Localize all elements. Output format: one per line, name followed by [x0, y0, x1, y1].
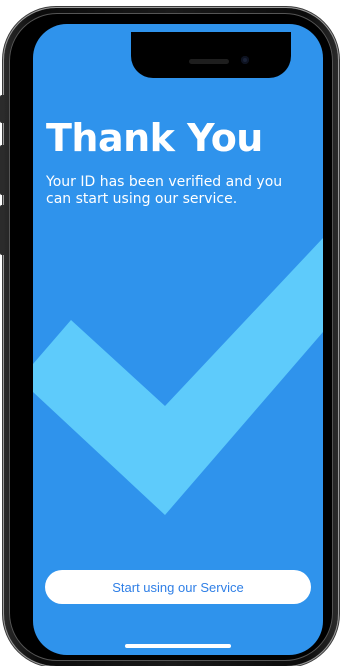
page-title: Thank You [46, 116, 263, 160]
start-using-service-button[interactable]: Start using our Service [45, 570, 311, 604]
home-indicator[interactable] [125, 644, 231, 648]
mute-switch [0, 95, 4, 123]
app-screen: Thank You Your ID has been verified and … [33, 24, 323, 655]
checkmark-shape [33, 238, 323, 515]
notch [131, 32, 291, 78]
volume-up-button [0, 145, 4, 195]
front-camera-icon [241, 56, 249, 64]
verification-message: Your ID has been verified and you can st… [46, 174, 283, 207]
speaker-grille [189, 59, 229, 64]
volume-down-button [0, 205, 4, 255]
